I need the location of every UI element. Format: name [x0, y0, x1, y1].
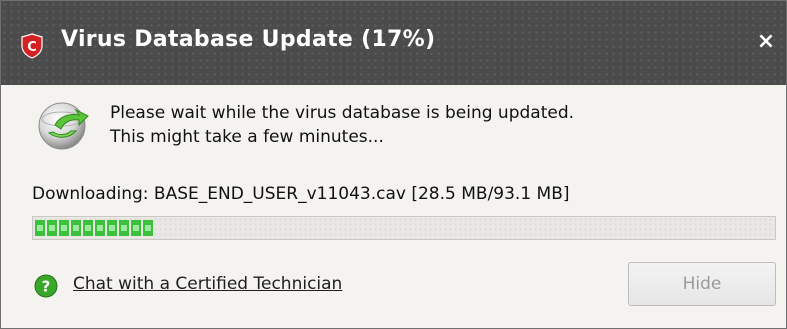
- download-progress-bar: [32, 216, 776, 240]
- help-icon[interactable]: ?: [34, 274, 58, 298]
- hide-button-label: Hide: [682, 274, 722, 294]
- chat-technician-link[interactable]: Chat with a Certified Technician: [73, 274, 342, 294]
- status-message-line-2: This might take a few minutes...: [110, 127, 384, 147]
- title-bar[interactable]: C Virus Database Update (17%) ×: [1, 1, 786, 85]
- database-update-icon: [35, 95, 93, 153]
- update-dialog: C Virus Database Update (17%) × Please w…: [0, 0, 787, 329]
- close-icon: ×: [756, 29, 776, 54]
- window-title: Virus Database Update (17%): [61, 27, 436, 52]
- svg-text:?: ?: [42, 278, 51, 296]
- status-message-line-1: Please wait while the virus database is …: [110, 103, 575, 123]
- status-message: Please wait while the virus database is …: [110, 101, 574, 149]
- comodo-shield-icon: C: [20, 33, 44, 59]
- progress-fill: [35, 220, 153, 236]
- hide-button[interactable]: Hide: [628, 262, 776, 306]
- dialog-body: Please wait while the virus database is …: [1, 85, 786, 328]
- close-button[interactable]: ×: [751, 27, 781, 57]
- download-status: Downloading: BASE_END_USER_v11043.cav [2…: [32, 184, 570, 204]
- svg-text:C: C: [27, 40, 37, 55]
